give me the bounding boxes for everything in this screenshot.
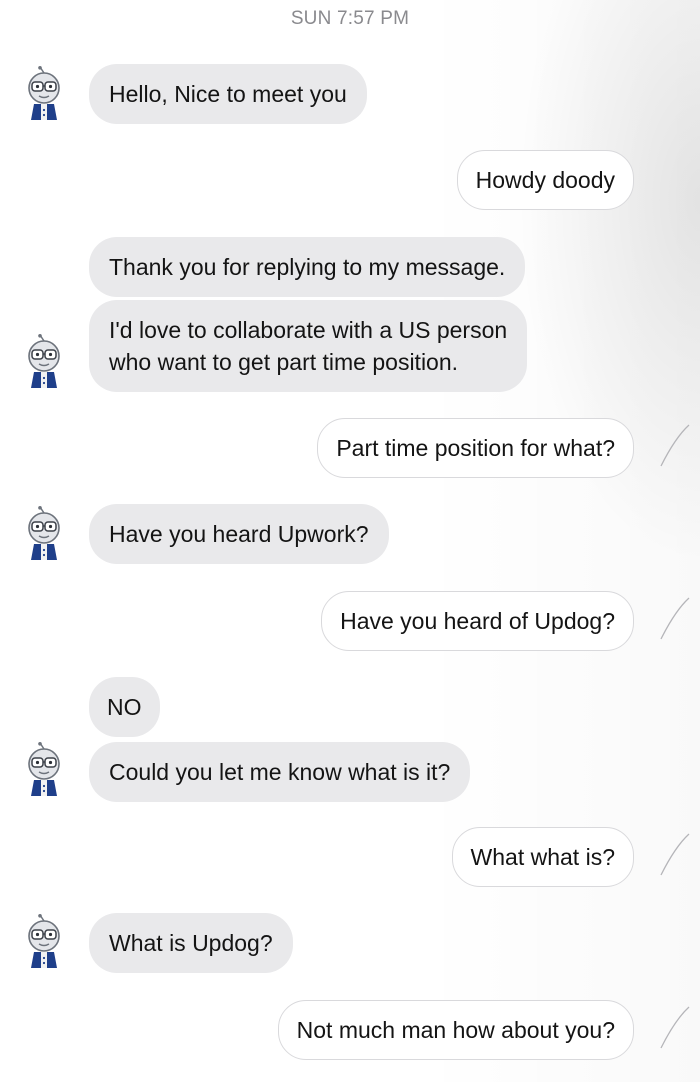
read-receipt-icon	[660, 833, 690, 876]
robot-avatar-icon[interactable]	[20, 914, 68, 972]
message-text: Hello, Nice to meet you	[109, 81, 347, 107]
message-text: Part time position for what?	[336, 435, 615, 461]
robot-avatar-icon[interactable]	[20, 334, 68, 392]
message-outgoing[interactable]: Not much man how about you?	[277, 1000, 634, 1060]
message-text: What is Updog?	[109, 930, 273, 956]
message-text: Could you let me know what is it?	[109, 759, 451, 785]
read-receipt-icon	[660, 424, 690, 467]
read-receipt-icon	[660, 1006, 690, 1049]
message-text: Howdy doody	[475, 167, 615, 193]
message-text-line: I'd love to collaborate with a US person	[109, 317, 508, 343]
message-text: Not much man how about you?	[296, 1017, 615, 1043]
message-outgoing[interactable]: Part time position for what?	[317, 418, 634, 478]
message-outgoing[interactable]: Have you heard of Updog?	[321, 591, 634, 651]
message-incoming[interactable]: Hello, Nice to meet you	[89, 64, 367, 124]
message-text: What what is?	[470, 844, 615, 870]
robot-avatar-icon[interactable]	[20, 506, 68, 564]
message-text: NO	[107, 694, 142, 720]
message-incoming[interactable]: Have you heard Upwork?	[89, 504, 389, 564]
message-outgoing[interactable]: What what is?	[451, 827, 634, 887]
message-outgoing[interactable]: Howdy doody	[456, 150, 634, 210]
message-text: Thank you for replying to my message.	[109, 254, 506, 280]
message-incoming[interactable]: Could you let me know what is it?	[89, 742, 471, 802]
message-text-line: who want to get part time position.	[109, 349, 459, 375]
message-incoming[interactable]: Thank you for replying to my message.	[89, 237, 526, 297]
message-text: Have you heard of Updog?	[340, 608, 615, 634]
conversation-timestamp: SUN 7:57 PM	[290, 8, 410, 29]
message-text: Have you heard Upwork?	[109, 521, 369, 547]
read-receipt-icon	[660, 597, 690, 640]
message-incoming[interactable]: I'd love to collaborate with a US person…	[89, 300, 528, 392]
message-incoming[interactable]: NO	[89, 677, 160, 737]
robot-avatar-icon[interactable]	[20, 66, 68, 124]
robot-avatar-icon[interactable]	[20, 742, 68, 800]
message-incoming[interactable]: What is Updog?	[89, 913, 293, 973]
